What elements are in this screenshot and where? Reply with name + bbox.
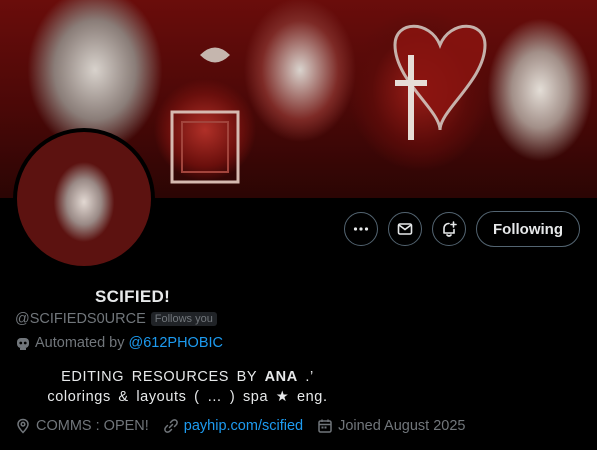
website[interactable]: payhip.com/scified [163,418,303,434]
location-text: COMMS : OPEN! [36,418,149,434]
profile-meta: COMMS : OPEN! payhip.com/scified Joined … [15,418,479,434]
more-icon [353,227,369,231]
bio-line-1-suffix: .’ [305,369,314,385]
bio: EDITING RESOURCES BY ANA .’ colorings & … [0,367,375,407]
automated-prefix: Automated by [35,335,125,351]
location: COMMS : OPEN! [15,418,149,434]
link-icon [163,419,178,433]
notifications-button[interactable] [432,212,466,246]
bio-line-1-prefix: EDITING RESOURCES BY [61,369,257,385]
following-button[interactable]: Following [476,211,580,247]
handle-row: @SCIFIEDS0URCE Follows you [15,311,217,327]
handle: @SCIFIEDS0URCE [15,311,146,327]
bio-line-1: EDITING RESOURCES BY ANA .’ [0,367,375,387]
robot-icon [17,338,29,350]
joined-text: Joined August 2025 [338,418,466,434]
display-name: SCIFIED! [94,287,171,306]
envelope-icon [397,223,413,235]
bell-plus-icon [443,221,457,237]
automated-label: Automated by @612PHOBIC [15,335,223,351]
automated-by-link[interactable]: @612PHOBIC [128,335,223,351]
follows-you-badge: Follows you [150,312,217,326]
message-button[interactable] [388,212,422,246]
more-button[interactable] [344,212,378,246]
bio-line-1-name: ANA [264,369,298,385]
location-pin-icon [17,418,29,434]
calendar-icon [318,419,332,433]
website-link[interactable]: payhip.com/scified [184,418,303,434]
join-date: Joined August 2025 [317,418,465,434]
avatar[interactable] [13,128,155,270]
bio-line-2: colorings & layouts ( … ) spa ★ eng. [47,389,328,405]
avatar-image [17,132,151,266]
